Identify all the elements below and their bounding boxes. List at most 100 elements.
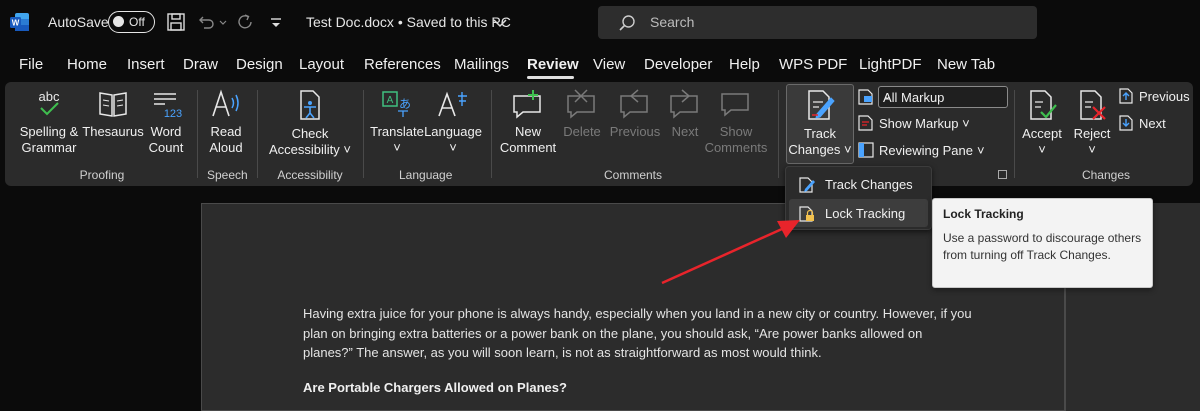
tooltip-title: Lock Tracking (943, 207, 1024, 221)
check-accessibility-label-1: Check (291, 126, 329, 141)
thesaurus-button[interactable]: Thesaurus (81, 88, 145, 140)
document-paragraph[interactable]: Having extra juice for your phone is alw… (303, 304, 983, 363)
next-comment-icon (670, 89, 698, 119)
word-count-label-2: Count (148, 140, 184, 155)
previous-comment-icon (620, 89, 648, 119)
ribbon: abc Spelling & Grammar Thesaurus 123 Wor… (5, 82, 1193, 186)
new-comment-button[interactable]: New Comment (497, 88, 559, 156)
delete-label: Delete (563, 124, 601, 139)
document-title[interactable]: Test Doc.docx • Saved to this PC (306, 14, 511, 30)
active-tab-indicator (527, 76, 574, 79)
group-separator (778, 90, 779, 178)
title-chevron-icon[interactable] (490, 13, 510, 33)
svg-text:あ: あ (399, 97, 411, 111)
show-comments-button[interactable]: Show Comments (703, 88, 769, 156)
tab-mailings[interactable]: Mailings (454, 56, 509, 73)
next-comment-button[interactable]: Next (665, 88, 705, 140)
tooltip-body: Use a password to discourage others from… (943, 231, 1142, 262)
show-comments-label-2: Comments (704, 140, 768, 155)
read-aloud-icon (212, 89, 239, 117)
customize-toolbar-icon[interactable] (266, 12, 286, 32)
group-separator (491, 90, 492, 178)
reject-icon (1080, 90, 1106, 120)
save-icon[interactable] (166, 12, 186, 32)
undo-chevron-icon[interactable] (218, 12, 228, 32)
count-digits: 123 (164, 108, 182, 120)
menu-item-label: Lock Tracking (825, 206, 906, 221)
word-count-button[interactable]: 123 Word Count (143, 88, 189, 156)
show-markup-button[interactable]: Show Markup ˅ (857, 115, 975, 134)
track-changes-button[interactable]: Track Changes ˅ (786, 88, 854, 158)
language-button[interactable]: Language ˅ (423, 88, 483, 156)
tab-view[interactable]: View (593, 56, 625, 73)
undo-icon[interactable] (196, 12, 216, 32)
word-count-icon: 123 (154, 93, 182, 120)
paragraph-line: plan on bringing extra batteries or a po… (303, 325, 923, 341)
tab-file[interactable]: File (19, 56, 43, 73)
previous-comment-button[interactable]: Previous (607, 88, 663, 140)
check-accessibility-icon (300, 90, 320, 120)
spelling-grammar-button[interactable]: abc Spelling & Grammar (15, 88, 83, 156)
tab-layout[interactable]: Layout (299, 56, 344, 73)
tab-developer[interactable]: Developer (644, 56, 712, 73)
reject-button[interactable]: Reject ˅ (1069, 88, 1115, 158)
tab-wps-pdf[interactable]: WPS PDF (779, 56, 847, 73)
tracking-dialog-launcher-icon[interactable] (998, 170, 1007, 179)
tab-insert[interactable]: Insert (127, 56, 165, 73)
menu-item-track-changes[interactable]: Track Changes (789, 170, 928, 198)
tab-help[interactable]: Help (729, 56, 760, 73)
track-changes-menu: Track Changes Lock Tracking (785, 166, 932, 230)
tab-review[interactable]: Review (527, 56, 579, 73)
track-changes-icon (808, 90, 835, 120)
menu-item-lock-tracking[interactable]: Lock Tracking (789, 199, 928, 227)
autosave-state: Off (129, 15, 145, 29)
next-change-button[interactable]: Next (1117, 115, 1189, 134)
reviewing-pane-chevron[interactable]: ˅ (977, 143, 985, 158)
track-changes-label-1: Track (803, 126, 837, 141)
tab-home[interactable]: Home (67, 56, 107, 73)
translate-label: Translate (370, 124, 424, 139)
language-icon (438, 91, 467, 117)
lock-tracking-icon (799, 206, 814, 222)
show-comments-label-1: Show (719, 124, 753, 139)
delete-comment-button[interactable]: Delete (561, 88, 603, 140)
tab-references[interactable]: References (364, 56, 441, 73)
group-label-accessibility: Accessibility (277, 168, 343, 182)
accept-label: Accept (1022, 126, 1062, 141)
read-aloud-button[interactable]: Read Aloud (203, 88, 249, 156)
document-heading[interactable]: Are Portable Chargers Allowed on Planes? (303, 380, 567, 395)
paragraph-line: planes?” The answer, as you will soon le… (303, 345, 822, 360)
tab-design[interactable]: Design (236, 56, 283, 73)
group-label-changes: Changes (1081, 168, 1131, 182)
accept-chevron: ˅ (1038, 142, 1046, 157)
tab-lightpdf[interactable]: LightPDF (859, 56, 922, 73)
previous-change-button[interactable]: Previous (1117, 88, 1190, 107)
reviewing-pane-button[interactable]: Reviewing Pane ˅ (857, 142, 997, 161)
group-label-comments: Comments (603, 168, 662, 182)
word-logo-icon: W (10, 13, 29, 31)
search-box[interactable]: Search (598, 6, 1037, 39)
check-accessibility-button[interactable]: Check Accessibility ˅ (263, 88, 357, 158)
redo-icon[interactable] (236, 12, 256, 32)
check-accessibility-label-2: Accessibility ˅ (269, 142, 351, 157)
spelling-check-icon: abc (39, 89, 60, 116)
tab-new-tab[interactable]: New Tab (937, 56, 995, 73)
markup-select-chevron-icon: ⌄ (883, 91, 892, 102)
read-aloud-label-1: Read (210, 124, 242, 139)
translate-button[interactable]: A あ Translate ˅ (367, 88, 427, 156)
markup-select[interactable]: All Markup ⌄ (878, 86, 1008, 108)
previous-change-icon (1119, 88, 1133, 104)
new-comment-icon (513, 90, 541, 119)
read-aloud-label-2: Aloud (209, 140, 243, 155)
ribbon-tabs: File Home Insert Draw Design Layout Refe… (0, 46, 1200, 80)
spelling-label-2: Grammar (21, 140, 77, 155)
accept-button[interactable]: Accept ˅ (1019, 88, 1065, 158)
tab-draw[interactable]: Draw (183, 56, 218, 73)
reject-label: Reject (1073, 126, 1111, 141)
menu-item-label: Track Changes (825, 177, 913, 192)
accept-icon (1030, 90, 1057, 120)
autosave-toggle[interactable]: Off (108, 11, 155, 33)
thesaurus-label: Thesaurus (82, 124, 144, 139)
toggle-knob (113, 16, 124, 27)
spelling-label-1: Spelling & (19, 124, 79, 139)
